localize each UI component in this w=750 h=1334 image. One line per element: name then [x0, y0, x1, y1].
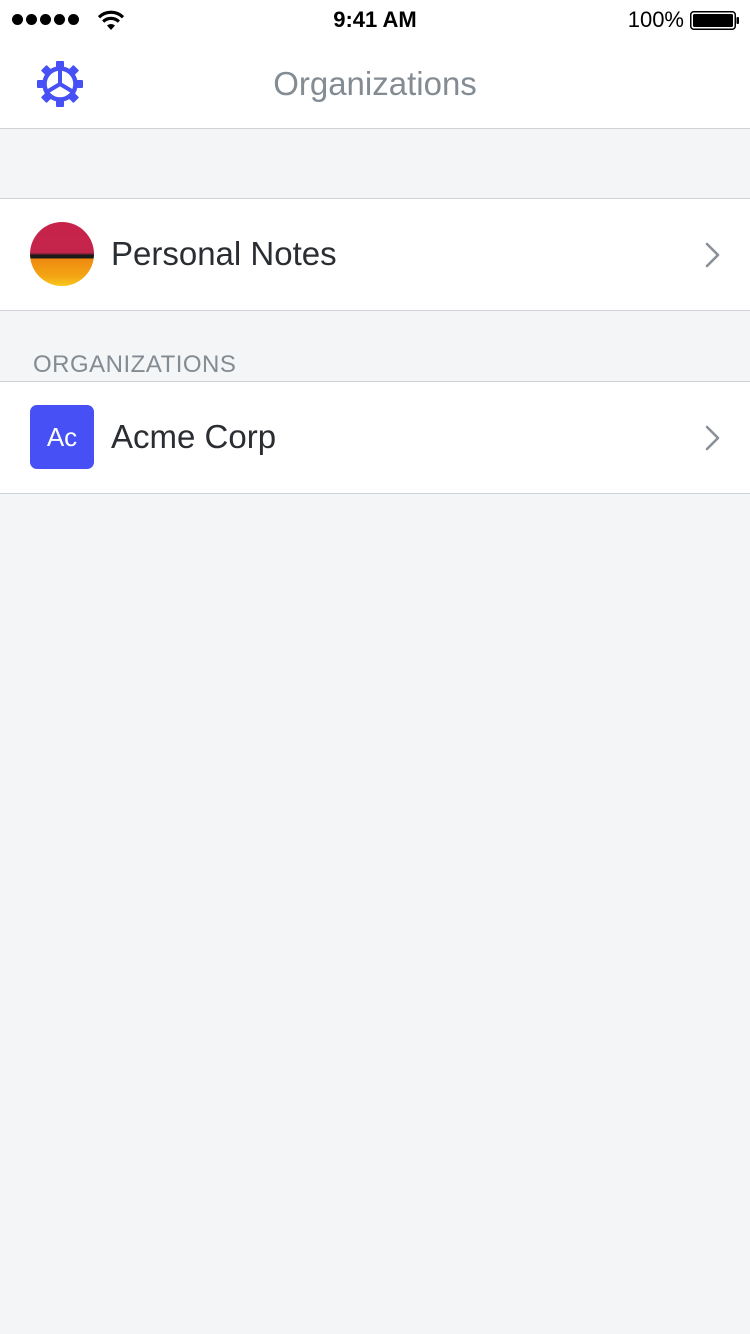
status-bar: 9:41 AM 100% — [0, 0, 750, 40]
navigation-bar: Organizations — [0, 40, 750, 129]
organizations-screen: 9:41 AM 100% Organizations Personal Note… — [0, 0, 750, 1334]
organizations-section-header: ORGANIZATIONS — [33, 351, 237, 378]
chevron-right-icon — [705, 242, 720, 268]
battery-percentage: 100% — [627, 7, 684, 32]
personal-notes-label: Personal Notes — [111, 235, 337, 272]
personal-notes-row[interactable]: Personal Notes — [0, 198, 750, 311]
personal-avatar — [30, 222, 94, 286]
organization-row-acme-corp[interactable]: Ac Acme Corp — [0, 381, 750, 494]
page-title: Organizations — [273, 65, 477, 102]
chevron-right-icon — [705, 425, 720, 451]
battery-icon — [690, 11, 739, 30]
organization-avatar: Ac — [30, 405, 94, 469]
organization-label: Acme Corp — [111, 418, 277, 455]
